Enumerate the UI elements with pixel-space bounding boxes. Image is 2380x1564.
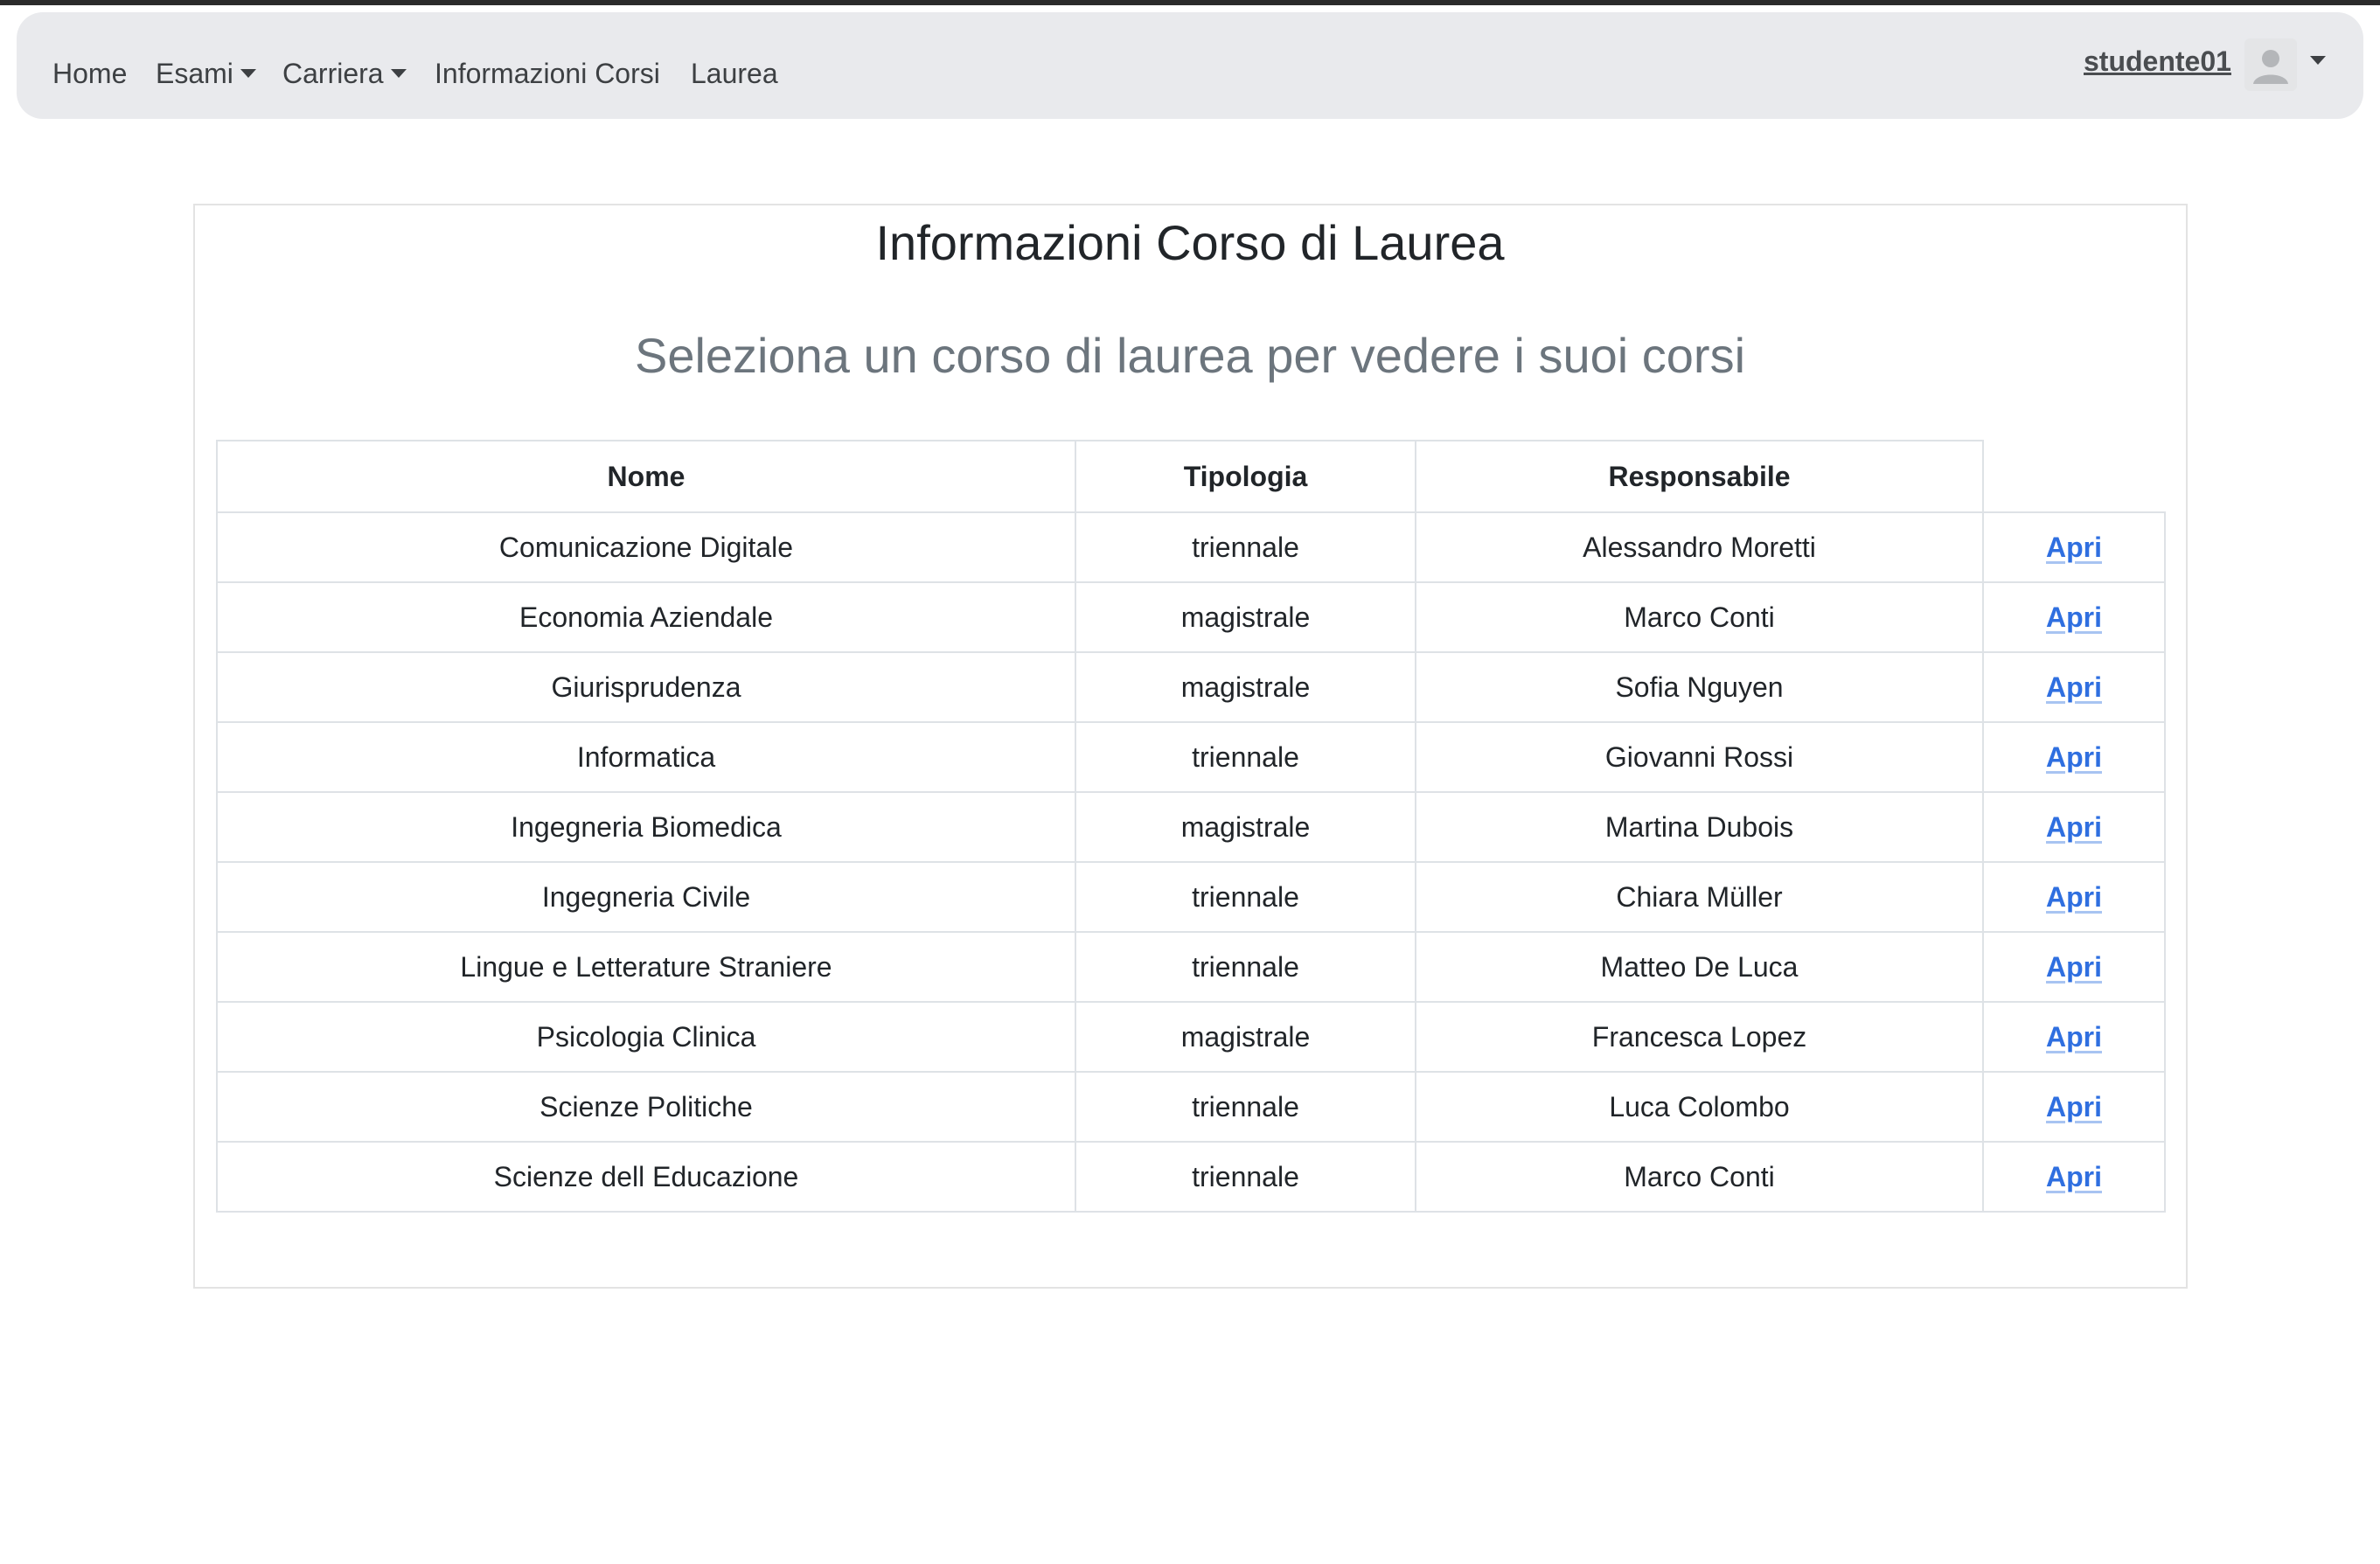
nav-laurea-label: Laurea <box>691 58 778 89</box>
apri-link[interactable]: Apri <box>2046 601 2102 633</box>
cell-nome: Comunicazione Digitale <box>216 511 1076 583</box>
table-row: Ingegneria Biomedica magistrale Martina Du… <box>216 791 2166 863</box>
table-row: Psicologia Clinica magistrale Francesca Lo… <box>216 1001 2166 1073</box>
caret-down-icon <box>390 68 407 78</box>
table-row: Lingue e Letterature Straniere triennale M… <box>216 931 2166 1003</box>
main-navbar: Home Esami Carriera Informazioni Corsi L… <box>17 12 2363 119</box>
nav-home[interactable]: Home <box>52 56 127 91</box>
nav-esami-label: Esami <box>156 58 233 89</box>
cell-nome: Ingegneria Civile <box>216 861 1076 933</box>
cell-action: Apri <box>1982 861 2166 933</box>
nav-informazioni-corsi-label: Informazioni Corsi <box>435 58 660 89</box>
cell-tipologia: triennale <box>1075 1141 1416 1213</box>
cell-tipologia: triennale <box>1075 1071 1416 1143</box>
column-header-action <box>1982 441 2165 513</box>
cell-responsabile: Luca Colombo <box>1415 1071 1984 1143</box>
table-row: Scienze dell Educazione triennale Marco Co… <box>216 1141 2166 1213</box>
cell-action: Apri <box>1982 931 2166 1003</box>
cell-nome: Ingegneria Biomedica <box>216 791 1076 863</box>
apri-link[interactable]: Apri <box>2046 671 2102 703</box>
table-row: Economia Aziendale magistrale Marco Conti A… <box>216 581 2166 653</box>
cell-nome: Psicologia Clinica <box>216 1001 1076 1073</box>
cell-responsabile: Marco Conti <box>1415 581 1984 653</box>
cell-responsabile: Sofia Nguyen <box>1415 651 1984 723</box>
cell-tipologia: triennale <box>1075 931 1416 1003</box>
user-menu-username[interactable]: studente01 <box>2084 44 2231 79</box>
nav-carriera-dropdown[interactable]: Carriera <box>282 56 407 91</box>
cell-responsabile: Francesca Lopez <box>1415 1001 1984 1073</box>
apri-link[interactable]: Apri <box>2046 741 2102 773</box>
cell-responsabile: Alessandro Moretti <box>1415 511 1984 583</box>
nav-esami-dropdown[interactable]: Esami <box>156 56 256 91</box>
apri-link[interactable]: Apri <box>2046 811 2102 843</box>
cell-tipologia: triennale <box>1075 511 1416 583</box>
chevron-down-icon[interactable] <box>2310 56 2326 65</box>
cell-action: Apri <box>1982 1001 2166 1073</box>
cell-nome: Scienze dell Educazione <box>216 1141 1076 1213</box>
cell-nome: Informatica <box>216 721 1076 793</box>
cell-nome: Scienze Politiche <box>216 1071 1076 1143</box>
cell-responsabile: Marco Conti <box>1415 1141 1984 1213</box>
table-header-row: Nome Tipologia Responsabile <box>216 440 2165 513</box>
table-row: Giurisprudenza magistrale Sofia Nguyen Apri <box>216 651 2166 723</box>
cell-nome: Lingue e Letterature Straniere <box>216 931 1076 1003</box>
cell-responsabile: Chiara Müller <box>1415 861 1984 933</box>
column-header-tipologia: Tipologia <box>1075 440 1416 513</box>
window-top-border <box>0 0 2380 5</box>
table-row: Comunicazione Digitale triennale Alessandr… <box>216 511 2166 583</box>
cell-action: Apri <box>1982 1071 2166 1143</box>
nav-laurea[interactable]: Laurea <box>691 56 778 91</box>
nav-informazioni-corsi[interactable]: Informazioni Corsi <box>435 56 660 91</box>
cell-tipologia: triennale <box>1075 721 1416 793</box>
degree-courses-table: Nome Tipologia Responsabile Comunicazion… <box>216 440 2166 1213</box>
cell-action: Apri <box>1982 511 2166 583</box>
nav-carriera-label: Carriera <box>282 58 384 89</box>
cell-responsabile: Matteo De Luca <box>1415 931 1984 1003</box>
cell-action: Apri <box>1982 651 2166 723</box>
cell-tipologia: triennale <box>1075 861 1416 933</box>
apri-link[interactable]: Apri <box>2046 1161 2102 1192</box>
table-row: Scienze Politiche triennale Luca Colombo Ap… <box>216 1071 2166 1143</box>
cell-action: Apri <box>1982 721 2166 793</box>
user-avatar-icon[interactable] <box>2244 38 2297 91</box>
cell-action: Apri <box>1982 791 2166 863</box>
apri-link[interactable]: Apri <box>2046 1021 2102 1053</box>
cell-tipologia: magistrale <box>1075 1001 1416 1073</box>
cell-action: Apri <box>1982 581 2166 653</box>
cell-action: Apri <box>1982 1141 2166 1213</box>
apri-link[interactable]: Apri <box>2046 1091 2102 1123</box>
table-row: Informatica triennale Giovanni Rossi Apri <box>216 721 2166 793</box>
cell-tipologia: magistrale <box>1075 791 1416 863</box>
cell-nome: Giurisprudenza <box>216 651 1076 723</box>
apri-link[interactable]: Apri <box>2046 532 2102 563</box>
caret-down-icon <box>240 68 256 78</box>
column-header-responsabile: Responsabile <box>1415 440 1984 513</box>
column-header-nome: Nome <box>216 440 1076 513</box>
cell-tipologia: magistrale <box>1075 651 1416 723</box>
apri-link[interactable]: Apri <box>2046 951 2102 983</box>
page-title: Informazioni Corso di Laurea <box>875 215 1505 270</box>
cell-nome: Economia Aziendale <box>216 581 1076 653</box>
cell-responsabile: Martina Dubois <box>1415 791 1984 863</box>
cell-responsabile: Giovanni Rossi <box>1415 721 1984 793</box>
nav-home-label: Home <box>52 58 128 89</box>
table-row: Ingegneria Civile triennale Chiara Müller A… <box>216 861 2166 933</box>
table-body: Comunicazione Digitale triennale Alessandr… <box>216 511 2166 1213</box>
page-subtitle: Seleziona un corso di laurea per vedere … <box>634 328 1746 383</box>
cell-tipologia: magistrale <box>1075 581 1416 653</box>
apri-link[interactable]: Apri <box>2046 881 2102 913</box>
